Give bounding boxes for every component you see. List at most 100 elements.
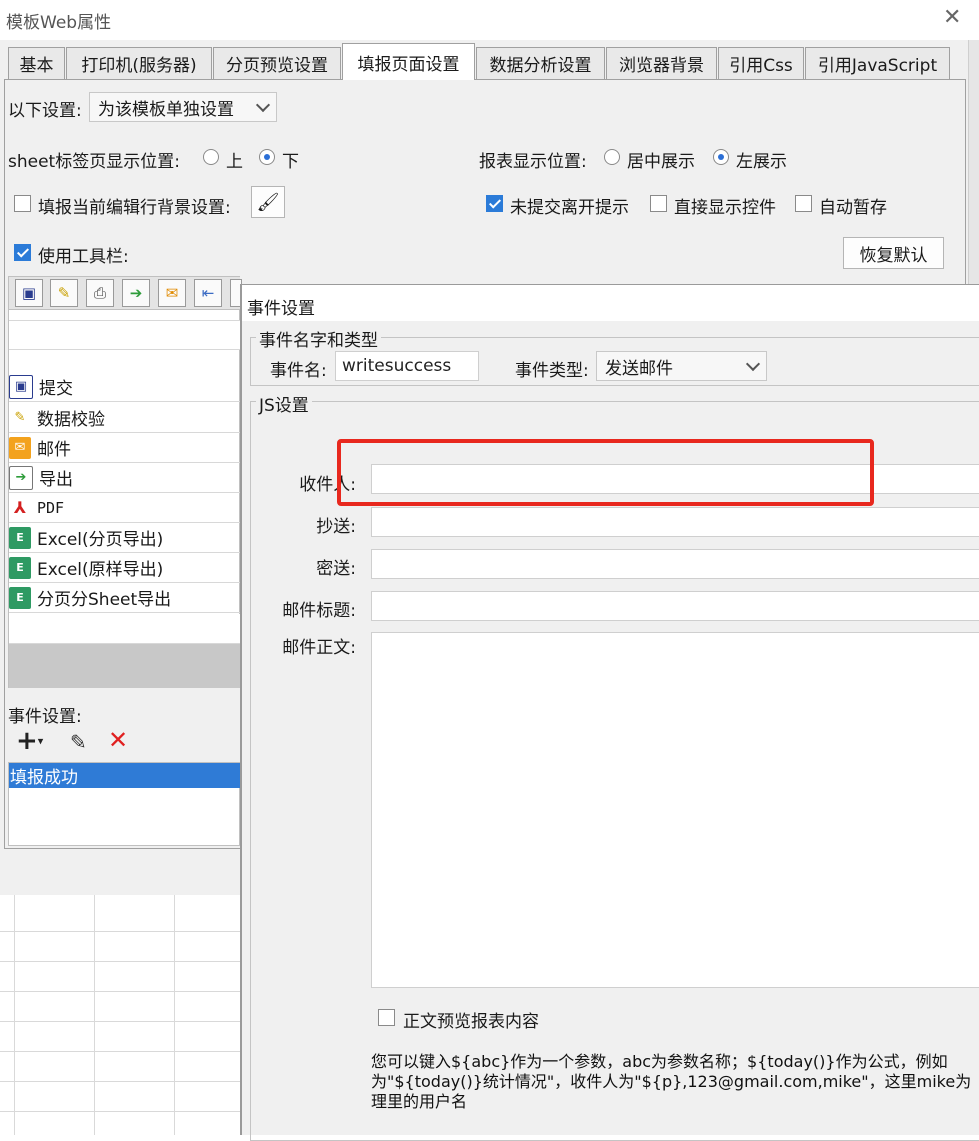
list-item-label: 邮件 — [37, 440, 71, 460]
radio-sheet-bottom[interactable] — [259, 149, 275, 165]
list-item[interactable]: ➔ 导出 — [9, 463, 240, 493]
event-name-label: 事件名: — [270, 361, 327, 381]
save-icon[interactable]: ▣ — [15, 279, 43, 307]
event-type-value: 发送邮件 — [605, 358, 673, 379]
auto-save-label: 自动暂存 — [819, 198, 887, 218]
list-item[interactable]: E Excel(原样导出) — [9, 553, 240, 583]
event-type-select[interactable]: 发送邮件 — [596, 351, 767, 381]
radio-sheet-top-label: 上 — [226, 152, 243, 172]
grid-line — [14, 895, 15, 1135]
body-textarea[interactable] — [371, 632, 979, 988]
delete-event-button[interactable]: ✕ — [108, 726, 128, 754]
scope-label: 以下设置: — [8, 101, 82, 121]
title-bar — [0, 0, 979, 40]
bcc-input[interactable] — [371, 549, 979, 579]
list-item[interactable]: E 分页分Sheet导出 — [9, 583, 240, 613]
grid-line — [174, 895, 175, 1135]
list-item-label: Excel(原样导出) — [37, 560, 164, 580]
event-name-input[interactable]: writesuccess — [335, 351, 479, 381]
tab-page-preview[interactable]: 分页预览设置 — [213, 47, 341, 79]
tab-fill-page[interactable]: 填报页面设置 — [342, 43, 475, 80]
plus-icon: + — [16, 726, 38, 756]
radio-center[interactable] — [604, 149, 620, 165]
radio-sheet-top[interactable] — [203, 149, 219, 165]
excel-icon: E — [9, 586, 31, 609]
export-icon[interactable]: ➔ — [122, 279, 150, 307]
subject-input[interactable] — [371, 591, 979, 621]
list-item-label: 分页分Sheet导出 — [37, 590, 172, 610]
list-item[interactable]: E Excel(分页导出) — [9, 523, 240, 553]
report-pos-label: 报表显示位置: — [479, 152, 587, 172]
preview-label: 正文预览报表内容 — [403, 1012, 539, 1032]
chevron-down-icon: ▾ — [37, 734, 44, 748]
row-bg-label: 填报当前编辑行背景设置: — [38, 198, 231, 218]
paint-bucket-button[interactable]: 🖌 — [251, 186, 285, 218]
tab-basic[interactable]: 基本 — [8, 47, 65, 79]
use-toolbar-label: 使用工具栏: — [38, 247, 129, 267]
scrollbar[interactable] — [968, 40, 979, 290]
pencil-check-icon: ✎ — [14, 410, 26, 425]
toolbar-spacer — [9, 320, 240, 350]
tab-data-analysis[interactable]: 数据分析设置 — [476, 47, 605, 79]
grid-line — [0, 1021, 240, 1022]
body-label: 邮件正文: — [282, 638, 356, 658]
list-item-label: Excel(分页导出) — [37, 530, 164, 550]
restore-default-button[interactable]: 恢复默认 — [843, 237, 944, 269]
row-bg-checkbox[interactable] — [14, 195, 31, 212]
pdf-icon: ⅄ — [13, 498, 27, 517]
tab-printer[interactable]: 打印机(服务器) — [66, 47, 212, 79]
print-icon[interactable]: ⎙ — [86, 279, 114, 307]
radio-left-label: 左展示 — [736, 152, 787, 172]
chevron-down-icon — [255, 97, 271, 113]
radio-center-label: 居中展示 — [627, 152, 695, 172]
list-item[interactable]: ▣ 提交 — [9, 372, 240, 402]
highlight-box — [337, 439, 874, 506]
show-widget-label: 直接显示控件 — [674, 198, 776, 218]
list-item-label: 数据校验 — [37, 410, 105, 430]
window-title: 模板Web属性 — [6, 13, 112, 33]
leave-prompt-checkbox[interactable] — [486, 195, 503, 212]
mail-icon[interactable]: ✉ — [158, 279, 186, 307]
auto-save-checkbox[interactable] — [795, 195, 812, 212]
grid-line — [0, 931, 240, 932]
preview-checkbox[interactable] — [378, 1009, 395, 1026]
events-label: 事件设置: — [8, 707, 82, 727]
show-widget-checkbox[interactable] — [650, 195, 667, 212]
grid-line — [94, 895, 95, 1135]
tab-javascript[interactable]: 引用JavaScript — [805, 47, 950, 79]
add-event-button[interactable]: +▾ — [16, 728, 43, 755]
list-item[interactable]: ✎ 数据校验 — [9, 403, 240, 433]
event-item-selected[interactable]: 填报成功 — [9, 763, 240, 788]
save-icon: ▣ — [9, 374, 33, 399]
help-text: 您可以键入${abc}作为一个参数，abc为参数名称；${today()}作为公… — [371, 1052, 977, 1112]
tab-css[interactable]: 引用Css — [718, 47, 804, 79]
edit-event-button[interactable]: ✎ — [70, 730, 87, 754]
scope-value: 为该模板单独设置 — [98, 99, 234, 120]
grid-line — [0, 1111, 240, 1112]
grid-line — [0, 961, 240, 962]
tab-browser-bg[interactable]: 浏览器背景 — [606, 47, 717, 79]
sheet-pos-label: sheet标签页显示位置: — [8, 152, 180, 172]
use-toolbar-checkbox[interactable] — [14, 244, 31, 261]
list-item[interactable]: ✉ 邮件 — [9, 433, 240, 463]
excel-icon: E — [9, 556, 31, 579]
delete-icon: ✕ — [108, 726, 129, 754]
name-type-group-title: 事件名字和类型 — [256, 326, 381, 351]
help-line: 理里的用户名 — [371, 1092, 468, 1111]
align-icon[interactable]: ⇤ — [194, 279, 222, 307]
subject-label: 邮件标题: — [282, 601, 356, 621]
grid-line — [0, 991, 240, 992]
list-item-label: 导出 — [39, 470, 73, 490]
list-scroll-area[interactable] — [9, 644, 240, 688]
radio-left[interactable] — [713, 149, 729, 165]
pencil-check-icon[interactable]: ✎ — [50, 279, 78, 307]
radio-sheet-bottom-label: 下 — [282, 152, 299, 172]
close-icon[interactable]: ✕ — [943, 6, 961, 30]
scope-select[interactable]: 为该模板单独设置 — [89, 92, 277, 122]
list-item-label: 提交 — [39, 379, 73, 399]
cc-input[interactable] — [371, 507, 979, 537]
list-item[interactable]: ⅄ PDF — [9, 493, 240, 523]
help-line: 您可以键入${abc}作为一个参数，abc为参数名称；${today()}作为公… — [371, 1052, 948, 1071]
mail-icon: ✉ — [9, 436, 31, 459]
list-item-label: PDF — [37, 498, 65, 517]
